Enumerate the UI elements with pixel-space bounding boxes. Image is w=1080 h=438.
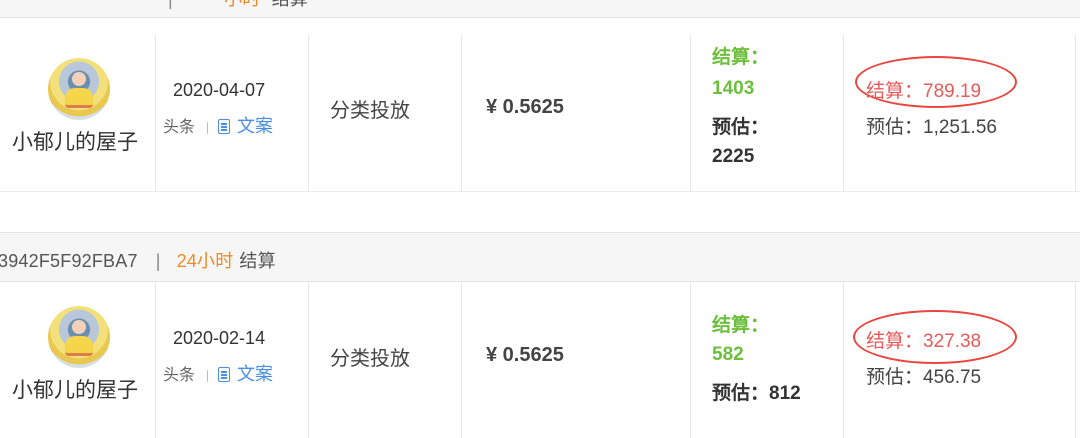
account-avatar	[48, 58, 110, 120]
count-settled: 1403	[712, 78, 755, 99]
status-label: 结算	[239, 251, 276, 271]
period-label-top: 小时	[224, 0, 260, 9]
category: 分类投放	[330, 100, 410, 122]
platform-label: 头条	[163, 367, 196, 384]
content-type-link[interactable]: 文案	[237, 364, 273, 384]
amount-settled: 结算：789.19	[866, 81, 982, 102]
publish-date: 2020-02-14	[173, 328, 266, 348]
amount-estimated: 预估：1,251.56	[866, 117, 997, 138]
document-icon	[218, 367, 231, 382]
period-label: 24小时	[176, 251, 234, 271]
account-name[interactable]: 小郁儿的屋子	[12, 126, 138, 156]
unit-price: ¥ 0.5625	[486, 96, 564, 118]
order-row-2: 小郁儿的屋子 2020-02-14 头条 文案 分类投放 ¥ 0.5625 结算：…	[0, 282, 1080, 438]
order-header-strip-top: | 小时 结算	[0, 0, 1080, 18]
count-estimated: 2225	[712, 146, 755, 167]
account-avatar	[48, 306, 110, 368]
document-icon	[218, 119, 231, 134]
separator: |	[155, 251, 161, 271]
count-estimated-label: 预估：	[712, 117, 770, 138]
category: 分类投放	[330, 348, 410, 370]
count-settled-label: 结算：	[712, 315, 770, 336]
count-settled-label: 结算：	[712, 47, 770, 68]
order-header-strip: 3942F5F92FBA7 | 24小时 结算	[0, 232, 1080, 282]
status-label-top: 结算	[272, 0, 308, 9]
unit-price: ¥ 0.5625	[486, 344, 564, 366]
amount-settled: 结算：327.38	[866, 331, 982, 352]
order-header-text: 3942F5F92FBA7 | 24小时 结算	[0, 247, 276, 273]
publish-date: 2020-04-07	[173, 80, 266, 100]
amount-estimated: 预估：456.75	[866, 367, 982, 388]
order-row-1: 小郁儿的屋子 2020-04-07 头条 文案 分类投放 ¥ 0.5625 结算：…	[0, 18, 1080, 192]
platform-tag: 头条 文案	[163, 112, 273, 138]
account-name[interactable]: 小郁儿的屋子	[12, 374, 138, 404]
order-header-text-top: | 小时 结算	[0, 0, 308, 11]
count-estimated: 预估：812	[712, 383, 801, 404]
content-type-link[interactable]: 文案	[237, 116, 273, 136]
separator: |	[168, 0, 173, 9]
platform-label: 头条	[163, 119, 196, 136]
count-settled: 582	[712, 344, 744, 365]
order-id: 3942F5F92FBA7	[0, 251, 138, 271]
platform-tag: 头条 文案	[163, 360, 273, 386]
